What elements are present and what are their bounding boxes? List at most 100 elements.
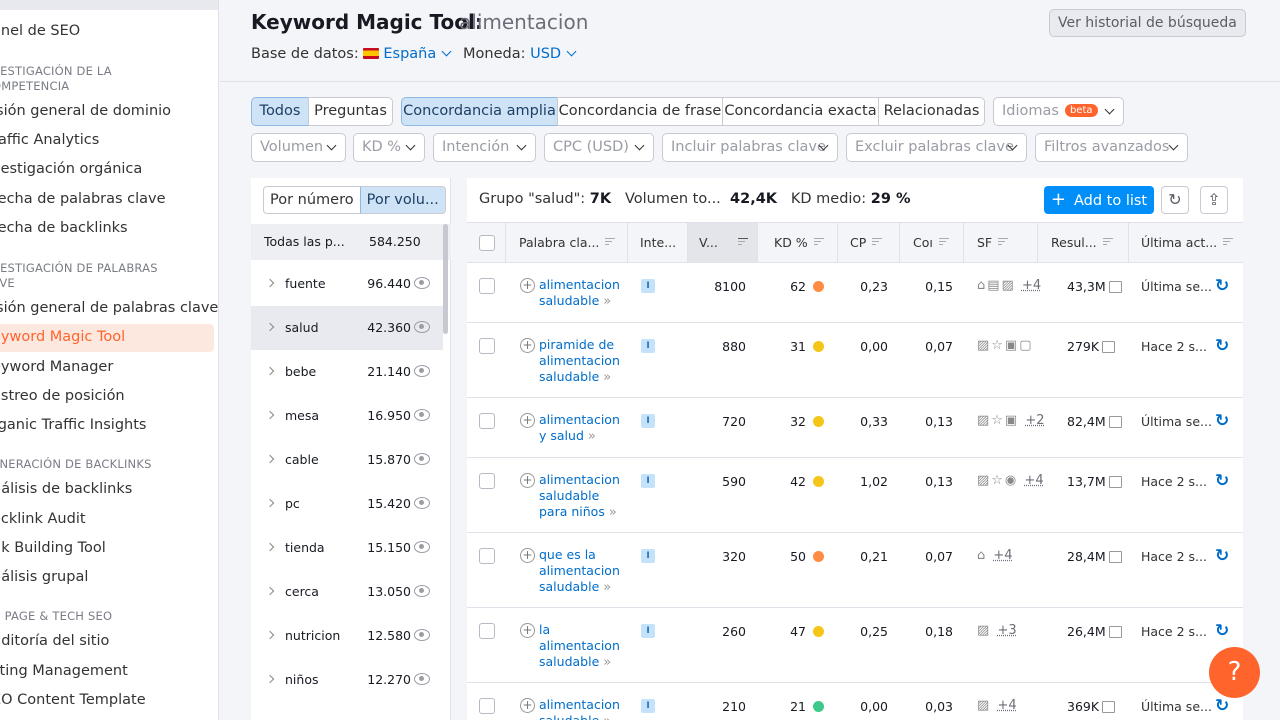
row-checkbox[interactable] [479, 548, 495, 564]
sidebar-item[interactable]: astreo de posición [0, 384, 125, 408]
add-keyword-icon[interactable]: + [520, 338, 535, 353]
keyword-text[interactable]: saludable [539, 579, 599, 594]
filter-volumen[interactable]: Volumen [251, 133, 346, 162]
col-cpc[interactable]: CP [850, 223, 883, 263]
serp-snapshot-icon[interactable] [1108, 476, 1122, 488]
row-checkbox[interactable] [479, 623, 495, 639]
keyword-text[interactable]: alimentacion [539, 638, 620, 653]
add-keyword-icon[interactable]: + [520, 473, 535, 488]
serp-snapshot-icon[interactable] [1108, 416, 1122, 428]
sidebar-item[interactable]: vestigación orgánica [0, 157, 142, 181]
col-intent[interactable]: Inte... [640, 223, 676, 263]
col-results[interactable]: Resul... [1051, 223, 1113, 263]
keyword-link[interactable]: alimentacion saludable para niños » [539, 472, 621, 521]
serp-snapshot-icon[interactable] [1102, 701, 1116, 713]
keyword-text[interactable]: la [539, 622, 550, 637]
keyword-text[interactable]: piramide de [539, 337, 614, 352]
filter-excluir[interactable]: Excluir palabras clave [846, 133, 1027, 162]
serp-snapshot-icon[interactable] [1102, 341, 1116, 353]
group-row[interactable]: cable 15.870 [251, 438, 443, 482]
add-keyword-icon[interactable]: + [520, 278, 535, 293]
group-row[interactable]: bebe 21.140 [251, 350, 443, 394]
refresh-icon[interactable]: ↻ [1215, 336, 1229, 356]
keyword-text[interactable]: alimentacion [539, 472, 620, 487]
double-chevron-icon[interactable]: » [603, 580, 611, 595]
all-groups-row[interactable]: Todas las p... 584.250 [251, 224, 451, 260]
eye-icon[interactable] [414, 409, 430, 421]
sidebar-item[interactable]: acklink Audit [0, 507, 86, 531]
double-chevron-icon[interactable]: » [588, 429, 596, 444]
sort-by-number[interactable]: Por número [264, 187, 360, 213]
serp-snapshot-icon[interactable] [1108, 626, 1122, 638]
sort-by-volume[interactable]: Por volu... [359, 187, 445, 213]
col-competition[interactable]: Coı [913, 223, 949, 263]
sidebar-item[interactable]: EO Content Template [0, 688, 146, 712]
sidebar-item[interactable]: anel de SEO [0, 19, 80, 43]
serp-features[interactable]: ▨☆◉ +4 [977, 473, 1044, 488]
serp-features[interactable]: ▨☆▣ +2 [977, 413, 1045, 428]
double-chevron-icon[interactable]: » [603, 655, 611, 670]
keyword-link[interactable]: alimentacionsaludable » [539, 697, 621, 720]
keyword-link[interactable]: que es la alimentacion saludable » [539, 547, 621, 596]
export-button[interactable]: ⇪ [1200, 186, 1228, 214]
tab-concordancia-amplia[interactable]: Concordancia amplia [401, 97, 558, 126]
refresh-icon[interactable]: ↻ [1215, 621, 1229, 641]
sidebar-item[interactable]: nálisis grupal [0, 565, 88, 589]
keyword-text[interactable]: alimentacion [539, 412, 620, 427]
group-row[interactable]: mesa 16.950 [251, 394, 443, 438]
languages-dropdown[interactable]: Idiomas beta [993, 97, 1124, 126]
sidebar-item[interactable]: recha de backlinks [0, 216, 128, 240]
serp-features[interactable]: ⌂ +4 [977, 548, 1013, 563]
add-keyword-icon[interactable]: + [520, 698, 535, 713]
keyword-link[interactable]: piramide de alimentacion saludable » [539, 337, 621, 386]
serp-features-more[interactable]: +4 [1022, 278, 1041, 293]
group-row[interactable]: tienda 15.150 [251, 526, 443, 570]
keyword-text[interactable]: alimentacion [539, 563, 620, 578]
tab-todos[interactable]: Todos [251, 97, 309, 126]
refresh-icon[interactable]: ↻ [1215, 411, 1229, 431]
add-keyword-icon[interactable]: + [520, 413, 535, 428]
sidebar-item[interactable]: isión general de dominio [0, 99, 171, 123]
filter-cpc[interactable]: CPC (USD) [544, 133, 654, 162]
serp-snapshot-icon[interactable] [1108, 551, 1122, 563]
group-row[interactable]: cerca 13.050 [251, 570, 443, 614]
col-volume[interactable]: V... [688, 223, 757, 263]
group-row[interactable]: niños 12.270 [251, 658, 443, 702]
eye-icon[interactable] [414, 673, 430, 685]
filter-avanzados[interactable]: Filtros avanzados [1035, 133, 1188, 162]
row-checkbox[interactable] [479, 278, 495, 294]
refresh-icon[interactable]: ↻ [1215, 471, 1229, 491]
groups-scrollbar[interactable] [443, 224, 448, 334]
row-checkbox[interactable] [479, 698, 495, 714]
serp-features[interactable]: ▨ +4 [977, 698, 1017, 713]
double-chevron-icon[interactable]: » [603, 294, 611, 309]
serp-features-more[interactable]: +3 [997, 623, 1016, 638]
filter-incluir[interactable]: Incluir palabras clave [662, 133, 838, 162]
group-row[interactable]: nutricion 12.580 [251, 614, 443, 658]
sidebar-item[interactable]: sting Management [0, 659, 128, 683]
eye-icon[interactable] [414, 277, 430, 289]
keyword-text[interactable]: y salud [539, 428, 584, 443]
keyword-link[interactable]: la alimentacion saludable » [539, 622, 621, 671]
keyword-link[interactable]: alimentacion y salud » [539, 412, 621, 445]
serp-features-more[interactable]: +4 [993, 548, 1012, 563]
serp-features[interactable]: ▨☆▣▢ [977, 338, 1034, 353]
serp-features-more[interactable]: +2 [1025, 413, 1044, 428]
tab-relacionadas[interactable]: Relacionadas [878, 97, 985, 126]
serp-features[interactable]: ⌂▤▨ +4 [977, 278, 1041, 293]
keyword-text[interactable]: alimentacion [539, 353, 620, 368]
col-keyword[interactable]: Palabra cla... [519, 223, 616, 263]
filter-intencion[interactable]: Intención [433, 133, 536, 162]
keyword-text[interactable]: saludable [539, 369, 599, 384]
filter-kd[interactable]: KD % [353, 133, 425, 162]
currency-selector[interactable]: Moneda: USD [463, 46, 577, 62]
refresh-icon[interactable]: ↻ [1215, 546, 1229, 566]
eye-icon[interactable] [414, 497, 430, 509]
double-chevron-icon[interactable]: » [609, 505, 617, 520]
col-last-update[interactable]: Última act... [1141, 223, 1234, 263]
keyword-text[interactable]: para niños [539, 504, 605, 519]
sidebar-item[interactable]: recha de palabras clave [0, 187, 166, 211]
select-all-checkbox[interactable] [479, 235, 495, 251]
help-button[interactable]: ? [1209, 647, 1260, 698]
tab-concordancia-frase[interactable]: Concordancia de frase [557, 97, 723, 126]
